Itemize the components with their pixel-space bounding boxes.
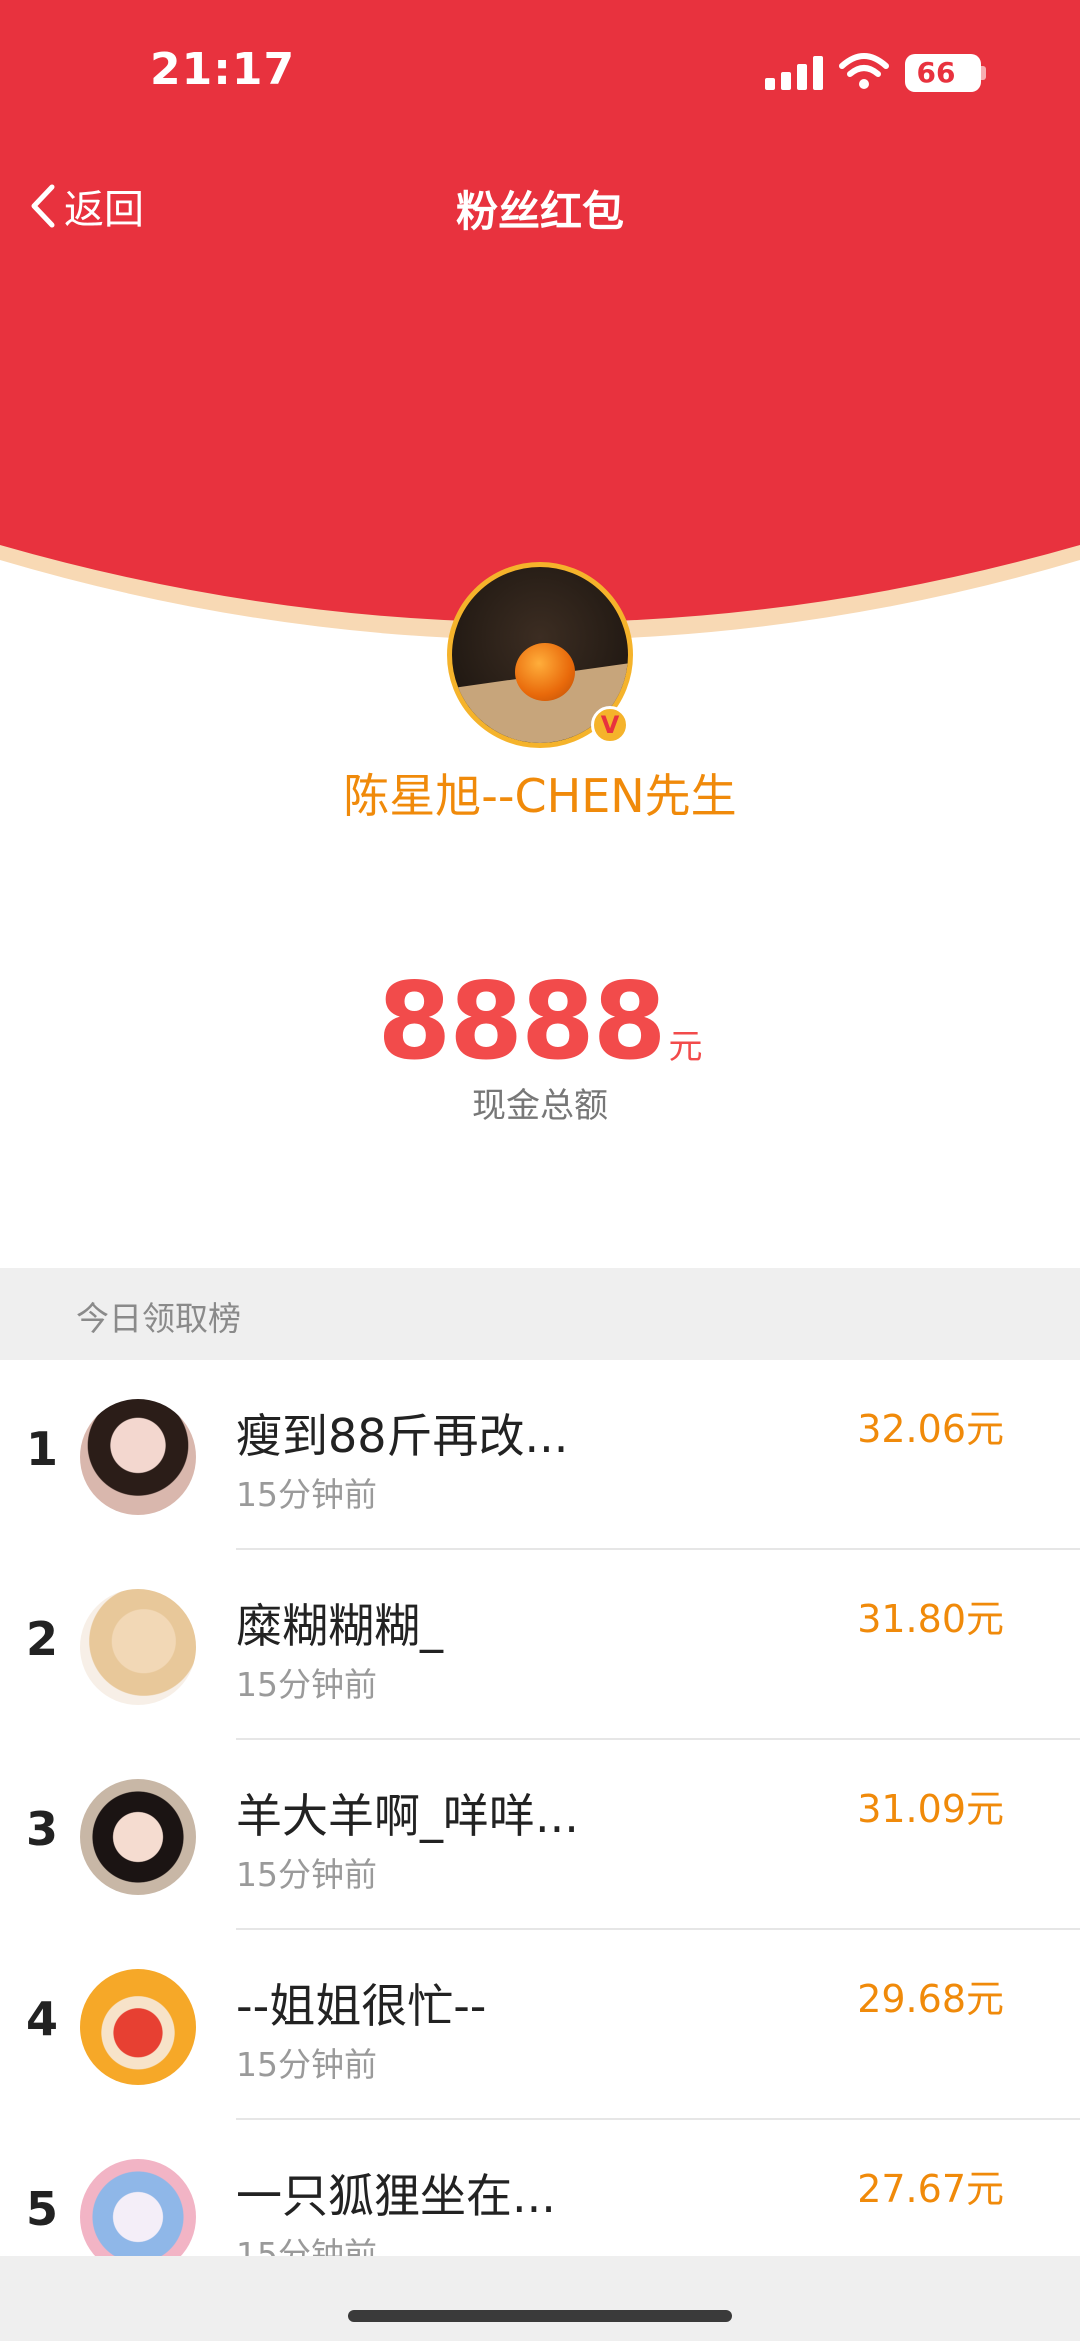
avatar[interactable] (80, 1399, 196, 1515)
battery-cap (981, 66, 986, 80)
claim-time: 15分钟前 (236, 1855, 377, 1894)
wifi-icon (839, 53, 889, 89)
list-item[interactable]: 3 羊大羊啊_咩咩... 15分钟前 31.09元 (0, 1740, 1080, 1930)
claim-amount: 31.80元 (857, 1597, 1004, 1641)
claim-time: 15分钟前 (236, 1665, 377, 1704)
claim-amount: 31.09元 (857, 1787, 1004, 1831)
claim-time: 15分钟前 (236, 2045, 377, 2084)
battery-icon: 66 (905, 54, 981, 92)
leaderboard-header: 今日领取榜 (0, 1268, 1080, 1360)
claim-time: 15分钟前 (236, 1475, 377, 1514)
total-amount: 8888 元 (0, 960, 1080, 1083)
claim-amount: 29.68元 (857, 1977, 1004, 2021)
status-bar: 21:17 66 (0, 0, 1080, 150)
list-item[interactable]: 1 瘦到88斤再改... 15分钟前 32.06元 (0, 1360, 1080, 1550)
claim-amount: 27.67元 (857, 2167, 1004, 2211)
rank-number: 4 (25, 1992, 58, 2046)
list-item[interactable]: 2 糜糊糊糊_ 15分钟前 31.80元 (0, 1550, 1080, 1740)
home-indicator[interactable] (348, 2310, 732, 2322)
bottom-bar (0, 2256, 1080, 2341)
leaderboard-title: 今日领取榜 (76, 1299, 241, 1338)
battery-level: 66 (916, 56, 956, 89)
avatar[interactable] (80, 1779, 196, 1895)
verified-badge-icon: V (591, 706, 629, 744)
total-amount-unit: 元 (668, 1027, 703, 1067)
page-title: 粉丝红包 (455, 187, 624, 236)
rank-number: 2 (25, 1612, 58, 1666)
user-name: 糜糊糊糊_ (236, 1599, 443, 1653)
total-amount-label: 现金总额 (472, 1086, 608, 1126)
user-name: 羊大羊啊_咩咩... (236, 1789, 579, 1843)
status-time: 21:17 (150, 44, 296, 95)
rank-number: 3 (25, 1802, 58, 1856)
claim-amount: 32.06元 (857, 1407, 1004, 1451)
user-name: 一只狐狸坐在... (236, 2169, 556, 2223)
user-name: --姐姐很忙-- (236, 1979, 487, 2033)
rank-number: 5 (25, 2182, 58, 2236)
creator-name[interactable]: 陈星旭--CHEN先生 (0, 760, 1080, 826)
avatar-orange (515, 643, 575, 701)
avatar[interactable] (80, 1969, 196, 2085)
leaderboard-list: 1 瘦到88斤再改... 15分钟前 32.06元 2 糜糊糊糊_ 15分钟前 … (0, 1360, 1080, 2310)
total-amount-value: 8888 (377, 960, 666, 1083)
nav-bar: 返回 粉丝红包 (0, 160, 1080, 250)
rank-number: 1 (25, 1422, 58, 1476)
cellular-signal-icon (765, 56, 823, 90)
user-name: 瘦到88斤再改... (236, 1409, 569, 1463)
list-item[interactable]: 4 --姐姐很忙-- 15分钟前 29.68元 (0, 1930, 1080, 2120)
avatar[interactable] (80, 1589, 196, 1705)
